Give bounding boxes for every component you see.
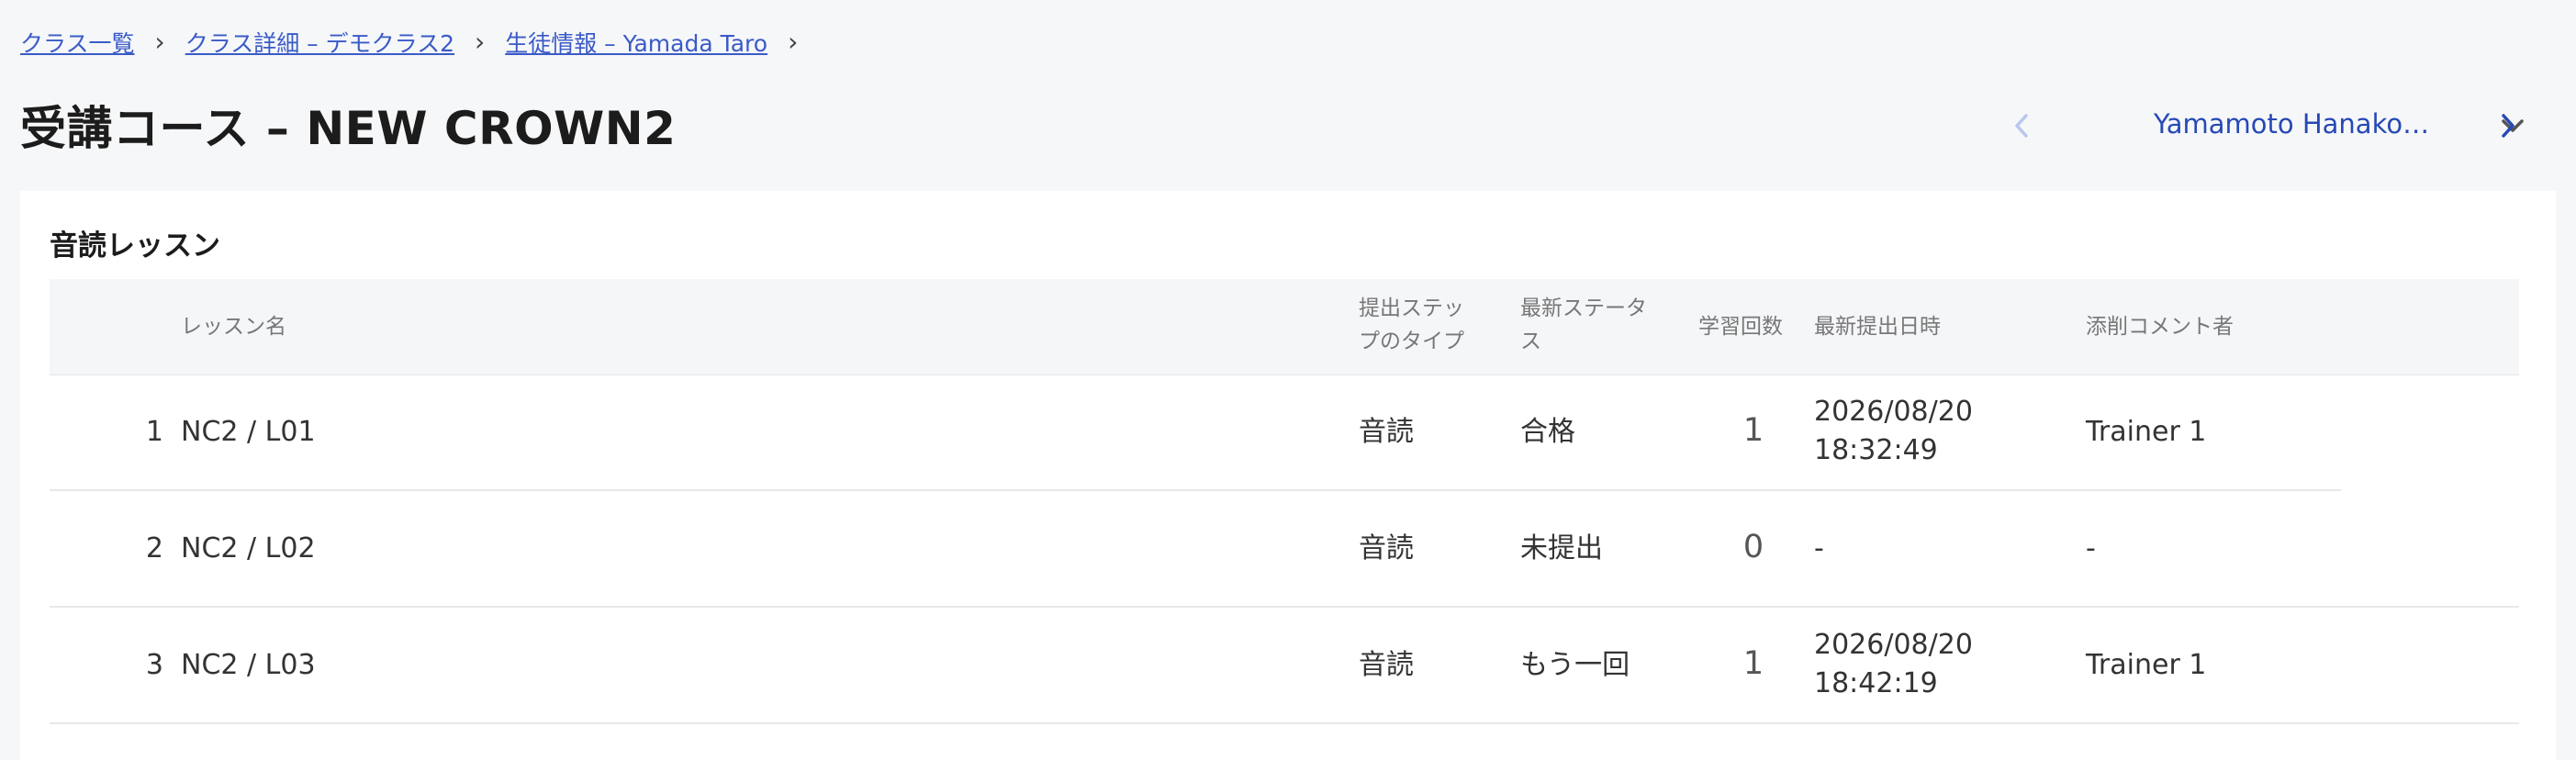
latest-status: 合格 [1520, 416, 1575, 448]
step-type: 音読 [1359, 416, 1414, 448]
study-count: 1 [1742, 645, 1764, 682]
breadcrumb-class-list[interactable]: クラス一覧 [20, 26, 135, 59]
breadcrumb: クラス一覧 › クラス詳細 – デモクラス2 › 生徒情報 – Yamada T… [20, 26, 818, 59]
chevron-left-icon [2015, 114, 2028, 138]
breadcrumb-student-info[interactable]: 生徒情報 – Yamada Taro [505, 26, 767, 59]
latest-status: もう一回 [1520, 649, 1630, 681]
selected-student-name: Yamamoto Hanako… [2154, 108, 2430, 140]
commenter: Trainer 1 [2086, 416, 2207, 448]
submitted-date: 2026/08/20 [1814, 396, 1973, 428]
submitted-date: 2026/08/20 [1814, 629, 1973, 661]
previous-student-button[interactable] [2001, 103, 2042, 149]
commenter: Trainer 1 [2086, 649, 2207, 681]
row-number: 3 [145, 649, 163, 681]
header-study-count: 学習回数 [1698, 315, 1783, 339]
header-status-line1: 最新ステータ [1520, 296, 1647, 320]
header-lesson-name: レッスン名 [181, 315, 286, 339]
page-title: 受講コース – NEW CROWN2 [20, 102, 677, 155]
lesson-name: NC2 / L03 [181, 649, 316, 681]
row-number: 1 [145, 416, 163, 448]
breadcrumb-separator: › [475, 27, 486, 57]
study-count: 0 [1742, 529, 1764, 565]
row-number: 2 [145, 532, 163, 564]
step-type: 音読 [1359, 649, 1414, 681]
next-student-button[interactable] [2488, 103, 2528, 149]
commenter: - [2086, 532, 2096, 564]
latest-status: 未提出 [1520, 532, 1603, 564]
lesson-name: NC2 / L01 [181, 416, 316, 448]
student-navigator: Yamamoto Hanako… [2001, 103, 2534, 149]
lesson-name: NC2 / L02 [181, 532, 316, 564]
table-row[interactable]: 3 NC2 / L03 音読 もう一回 1 2026/08/20 18:42:1… [50, 608, 2519, 724]
row-divider [50, 722, 2519, 724]
lesson-card: 音読レッスン レッスン名 提出ステッ プのタイプ 最新ステータ ス 学習回数 最… [20, 191, 2556, 760]
step-type: 音読 [1359, 532, 1414, 564]
section-title: 音読レッスン [50, 229, 220, 263]
breadcrumb-separator: › [788, 27, 799, 57]
chevron-right-icon [2502, 114, 2514, 138]
header-status-line2: ス [1520, 330, 1541, 353]
study-count: 1 [1742, 412, 1764, 449]
table-row[interactable]: 2 NC2 / L02 音読 未提出 0 - - [50, 491, 2519, 608]
submitted-time: 18:32:49 [1814, 434, 1938, 466]
table-row[interactable]: 1 NC2 / L01 音読 合格 1 2026/08/20 18:32:49 … [50, 374, 2519, 491]
breadcrumb-separator: › [154, 27, 165, 57]
header-step-type-line1: 提出ステッ [1359, 296, 1464, 320]
breadcrumb-class-detail[interactable]: クラス詳細 – デモクラス2 [185, 26, 454, 59]
header-step-type-line2: プのタイプ [1359, 330, 1464, 353]
submitted-date: - [1814, 532, 1824, 564]
submitted-time: 18:42:19 [1814, 667, 1938, 699]
header-commenter: 添削コメント者 [2086, 315, 2234, 339]
header-submitted-at: 最新提出日時 [1814, 315, 1941, 339]
table-header: レッスン名 提出ステッ プのタイプ 最新ステータ ス 学習回数 最新提出日時 添… [50, 279, 2519, 375]
